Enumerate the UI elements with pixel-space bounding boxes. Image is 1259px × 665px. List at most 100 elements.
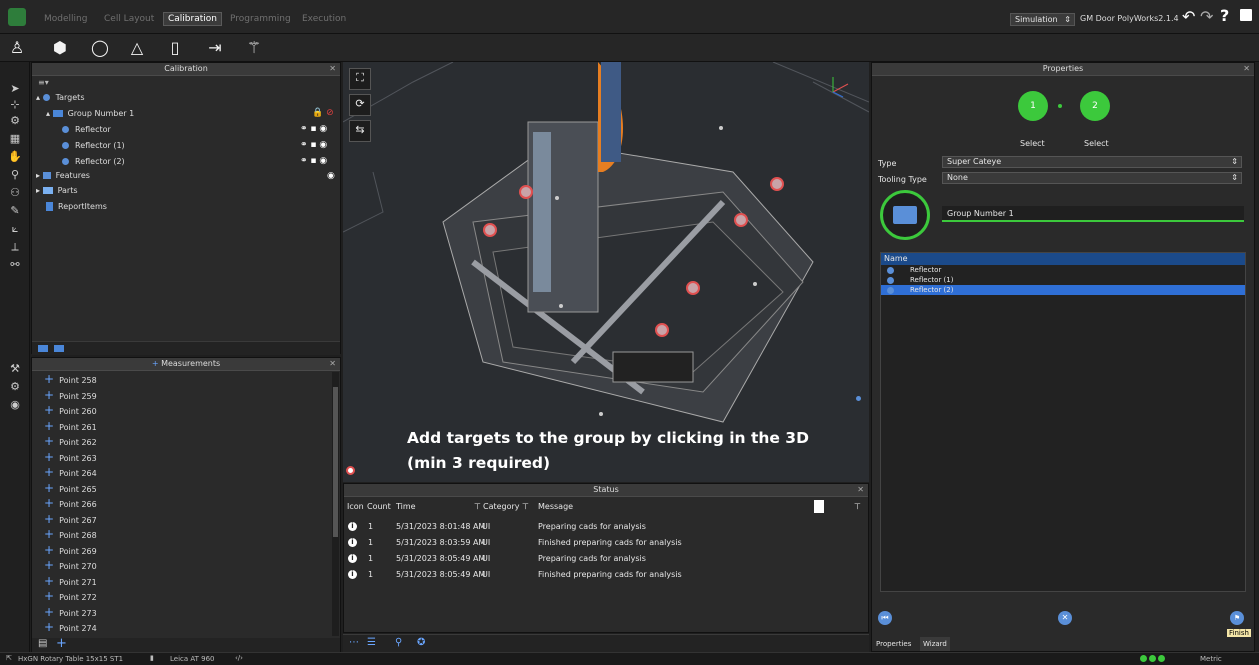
eye-icon[interactable]: ◉ <box>319 156 327 166</box>
finish-icon-button[interactable]: ⚑ <box>1230 611 1244 625</box>
col-category[interactable]: Category <box>483 498 520 516</box>
rotate-view-button[interactable]: ⟳ <box>349 94 371 116</box>
filter-icon[interactable]: ⊤ <box>474 498 481 516</box>
list-item[interactable]: Reflector <box>881 265 1245 275</box>
back-button[interactable]: ⏮ <box>878 611 892 625</box>
pan-view-button[interactable]: ⇆ <box>349 120 371 142</box>
col-time[interactable]: Time <box>396 498 416 516</box>
filter-icon[interactable]: ⊤ <box>522 498 529 516</box>
step-2[interactable]: 2 <box>1080 91 1110 121</box>
tree-item-reflector-2[interactable]: Reflector (2) <box>62 155 125 169</box>
table-row[interactable]: i 1 5/31/2023 8:05:49 AM UI Preparing ca… <box>344 551 868 567</box>
measure-icon[interactable]: ⊹ <box>8 98 22 112</box>
col-icon[interactable]: Icon <box>347 498 364 516</box>
tab-wizard[interactable]: Wizard <box>920 637 950 651</box>
probe-icon[interactable]: ⚲ <box>8 168 22 182</box>
help-icon[interactable]: ? <box>1220 6 1229 25</box>
group-name-field[interactable]: Group Number 1 <box>942 206 1244 222</box>
table-row[interactable]: i 1 5/31/2023 8:05:49 AM UI Finished pre… <box>344 567 868 583</box>
settings-icon[interactable]: ✪ <box>417 637 425 648</box>
transform-icon[interactable]: ⚯ <box>8 258 22 272</box>
close-icon[interactable]: ✕ <box>857 484 864 496</box>
tab-execution[interactable]: Execution <box>302 14 346 24</box>
units-label[interactable]: Metric <box>1200 655 1222 663</box>
list-item[interactable]: + Point 262 <box>44 434 97 450</box>
list-item[interactable]: + Point 274 <box>44 620 97 636</box>
camera-icon[interactable]: ◉ <box>8 398 22 412</box>
tree-item-targets[interactable]: ▴ Targets <box>36 91 84 105</box>
list-item[interactable]: + Point 269 <box>44 543 97 559</box>
group-folder-icon[interactable] <box>880 190 930 240</box>
list-item[interactable]: + Point 273 <box>44 605 97 621</box>
tool-icon[interactable]: ⚒ <box>8 362 22 376</box>
add-icon[interactable]: + <box>56 636 67 651</box>
pointer-icon[interactable]: ➤ <box>8 82 22 96</box>
list-item[interactable]: Reflector (2) <box>881 285 1245 295</box>
scrollbar[interactable] <box>332 372 339 636</box>
close-icon[interactable]: ✕ <box>329 358 336 370</box>
robot-arm-icon[interactable]: ⚙ <box>8 114 22 128</box>
tab-calibration[interactable]: Calibration <box>163 12 222 26</box>
tab-properties[interactable]: Properties <box>876 637 911 651</box>
mode-select[interactable]: Simulation ⇕ <box>1010 13 1075 26</box>
grid-icon[interactable]: ▦ <box>8 132 22 146</box>
close-icon[interactable]: ✕ <box>329 63 336 75</box>
folder-icon[interactable] <box>38 345 48 352</box>
list-icon[interactable]: ☰ <box>367 637 376 648</box>
fit-view-button[interactable]: ⛶ <box>349 68 371 90</box>
lock-icon[interactable]: ▪ <box>310 156 316 166</box>
settings-icon[interactable]: ⚙ <box>8 380 22 394</box>
link-icon[interactable]: ⚭ <box>300 124 308 134</box>
3d-viewport[interactable]: ⛶ ⟳ ⇆ Add targets to the group by clicki… <box>343 62 869 482</box>
table-row[interactable]: i 1 5/31/2023 8:01:48 AM UI Preparing ca… <box>344 519 868 535</box>
filter-icon[interactable]: ⊤ <box>854 498 861 516</box>
lock-icon[interactable]: 🔒 <box>312 108 323 118</box>
list-item[interactable]: + Point 261 <box>44 419 97 435</box>
tree-item-group-number-1[interactable]: ▴ Group Number 1 <box>46 107 134 121</box>
axis-icon[interactable]: ⟂ <box>8 240 22 254</box>
trash-icon[interactable] <box>814 500 824 513</box>
tree-item-features[interactable]: ▸ Features <box>36 169 90 183</box>
col-count[interactable]: Count <box>367 498 391 516</box>
list-item[interactable]: Reflector (1) <box>881 275 1245 285</box>
list-item[interactable]: + Point 260 <box>44 403 97 419</box>
pen-icon[interactable]: ✎ <box>8 204 22 218</box>
tree-item-reflector[interactable]: Reflector <box>62 123 111 137</box>
list-item[interactable]: + Point 259 <box>44 388 97 404</box>
folder-alt-icon[interactable] <box>54 345 64 352</box>
list-item[interactable]: + Point 268 <box>44 527 97 543</box>
import-icon[interactable]: ⇥ <box>205 38 225 58</box>
features-eye-icon[interactable]: ◉ <box>327 171 335 181</box>
list-item[interactable]: + Point 265 <box>44 481 97 497</box>
list-item[interactable]: + Point 266 <box>44 496 97 512</box>
scrollbar-thumb[interactable] <box>333 387 338 537</box>
tab-modelling[interactable]: Modelling <box>44 14 87 24</box>
link-icon[interactable]: ⚭ <box>300 156 308 166</box>
list-item[interactable]: + Point 267 <box>44 512 97 528</box>
tooling-type-select[interactable]: None ⇕ <box>942 172 1242 184</box>
robot-icon[interactable]: ♙ <box>7 38 27 58</box>
tab-cell-layout[interactable]: Cell Layout <box>104 14 154 24</box>
close-icon[interactable]: ✕ <box>1243 63 1250 75</box>
list-item[interactable]: + Point 270 <box>44 558 97 574</box>
table-row[interactable]: i 1 5/31/2023 8:03:59 AM UI Finished pre… <box>344 535 868 551</box>
list-item[interactable]: + Point 272 <box>44 589 97 605</box>
group-icon[interactable]: ⚇ <box>8 186 22 200</box>
tree-item-reflector-1[interactable]: Reflector (1) <box>62 139 125 153</box>
save-icon[interactable] <box>1240 9 1252 21</box>
list-item[interactable]: + Point 258 <box>44 372 97 388</box>
cylinder-icon[interactable]: ▯ <box>165 38 185 58</box>
tab-programming[interactable]: Programming <box>230 14 291 24</box>
eye-icon[interactable]: ◉ <box>319 124 327 134</box>
hide-icon[interactable]: ⊘ <box>326 108 334 118</box>
hand-icon[interactable]: ✋ <box>8 150 22 164</box>
undo-icon[interactable]: ↶ <box>1182 7 1195 26</box>
cube-icon[interactable]: ⬢ <box>50 38 70 58</box>
cone-icon[interactable]: △ <box>127 38 147 58</box>
eye-icon[interactable]: ◉ <box>319 140 327 150</box>
probe-icon[interactable]: ⚲ <box>395 637 402 648</box>
col-message[interactable]: Message <box>538 498 573 516</box>
lock-icon[interactable]: ▪ <box>310 140 316 150</box>
more-icon[interactable]: ⋯ <box>349 637 359 648</box>
tree-item-parts[interactable]: ▸ Parts <box>36 184 78 198</box>
